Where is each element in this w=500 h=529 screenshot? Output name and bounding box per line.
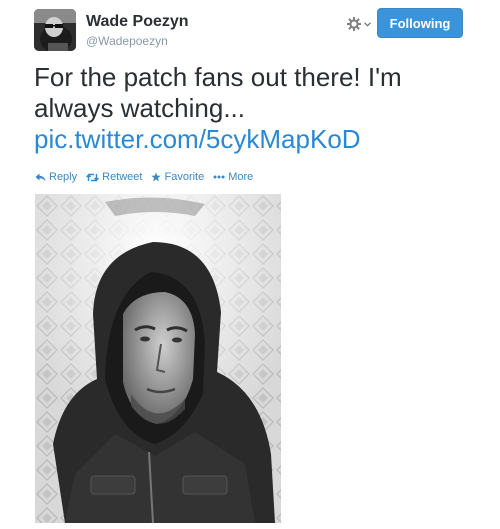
pic-link[interactable]: pic.twitter.com/5cykMapKoD (34, 124, 464, 155)
star-icon (151, 172, 162, 182)
display-name[interactable]: Wade Poezyn (86, 13, 189, 31)
avatar[interactable] (34, 9, 76, 51)
reply-action[interactable]: Reply (35, 171, 77, 183)
tweet-text-line: For the patch fans out there! I'm (34, 62, 402, 92)
more-action[interactable]: More (213, 171, 253, 183)
reply-icon (35, 173, 46, 182)
tweet-photo[interactable] (35, 194, 281, 523)
reply-label: Reply (49, 171, 78, 183)
retweet-action[interactable]: Retweet (86, 171, 142, 183)
more-label: More (228, 171, 254, 183)
hooded-man-photo (35, 194, 281, 523)
retweet-label: Retweet (102, 171, 143, 183)
tweet-text: For the patch fans out there! I'm always… (34, 62, 464, 155)
retweet-icon (86, 172, 100, 182)
favorite-label: Favorite (164, 171, 205, 183)
user-handle[interactable]: @Wadepoezyn (86, 34, 168, 48)
tweet-actions: Reply Retweet Favorite More (35, 171, 262, 183)
avatar-image (34, 9, 76, 51)
gear-icon (347, 17, 361, 31)
following-button[interactable]: Following (377, 8, 463, 38)
tweet-text-line: always watching... (34, 93, 245, 123)
favorite-action[interactable]: Favorite (151, 171, 204, 183)
chevron-down-icon (364, 21, 371, 27)
more-dots-icon (213, 175, 225, 179)
user-actions-dropdown[interactable] (344, 13, 374, 35)
